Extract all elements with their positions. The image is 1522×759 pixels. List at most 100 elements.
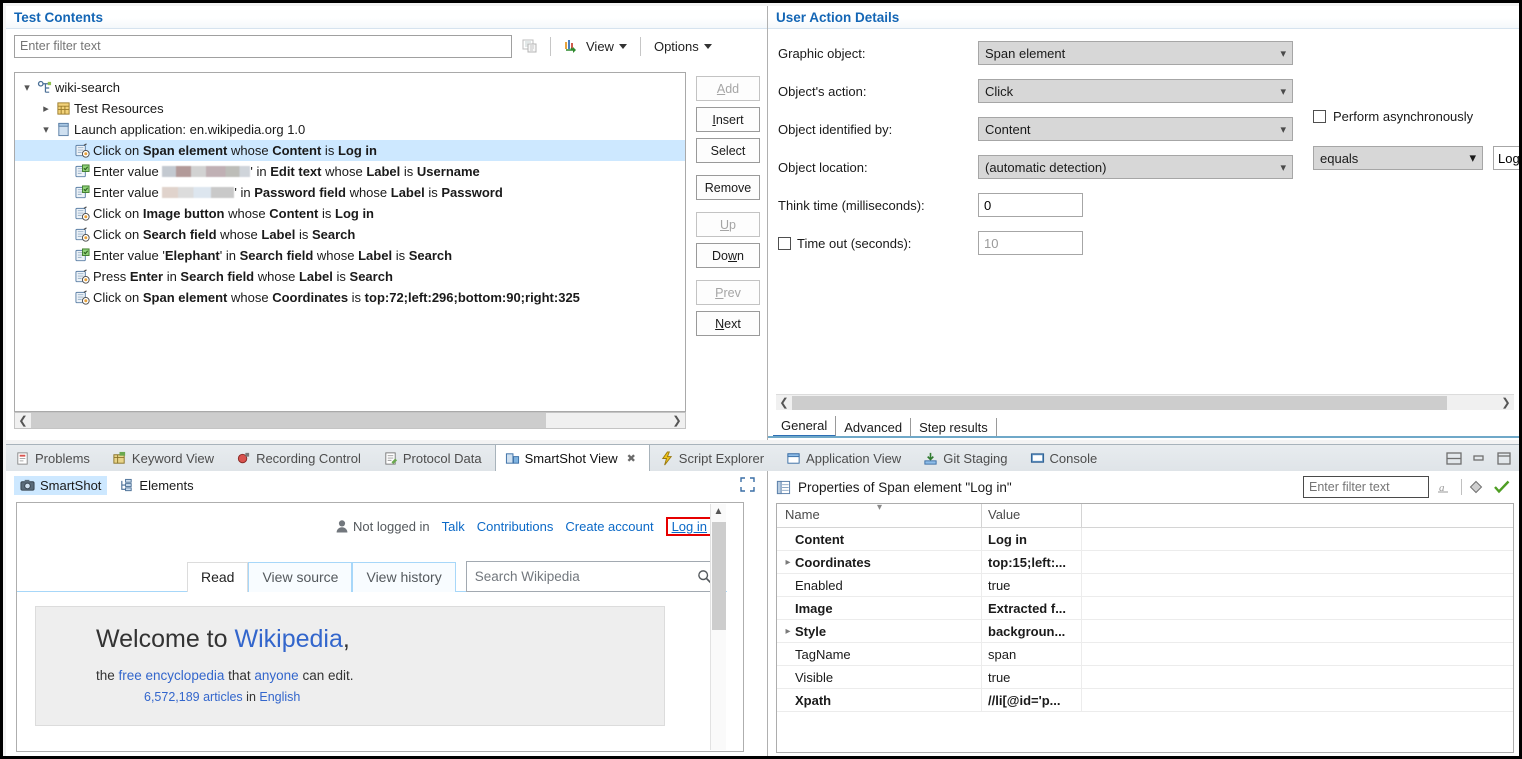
scroll-left-icon[interactable]: ❮ (15, 414, 31, 427)
view-tab-label: Keyword View (132, 451, 214, 466)
wiki-create-account-link[interactable]: Create account (565, 519, 653, 534)
green-check-icon[interactable] (1494, 480, 1512, 494)
remove-button[interactable]: Remove (696, 175, 760, 200)
link-with-editor-icon[interactable] (519, 35, 541, 57)
view-tab-console[interactable]: Console (1021, 445, 1111, 471)
tree-item[interactable]: Click on Span element whose Content is L… (15, 140, 685, 161)
wiki-anyone-link[interactable]: anyone (254, 668, 298, 683)
tree-item[interactable]: ▸Test Resources (15, 98, 685, 119)
expand-icon[interactable] (740, 477, 755, 492)
wiki-tab-view-history[interactable]: View history (352, 562, 455, 592)
tree-item[interactable]: Enter value ' in Edit text whose Label i… (15, 161, 685, 182)
tree-item[interactable]: Enter value 'Elephant' in Search field w… (15, 245, 685, 266)
view-tab-recording-control[interactable]: Recording Control (227, 445, 374, 471)
hscroll-thumb[interactable] (31, 413, 546, 428)
details-tab-step-results[interactable]: Step results (911, 418, 997, 437)
details-horizontal-scrollbar[interactable]: ❮ ❯ (776, 394, 1514, 410)
property-row[interactable]: Xpath//li[@id='p... (777, 689, 1513, 712)
operator-combo[interactable]: equals ▾ (1313, 146, 1483, 170)
italic-filter-icon[interactable]: a (1436, 480, 1454, 494)
chevron-down-icon[interactable]: ▾ (38, 123, 54, 136)
tree-item[interactable]: ▾Launch application: en.wikipedia.org 1.… (15, 119, 685, 140)
next-button[interactable]: Next (696, 311, 760, 336)
options-menu-button[interactable]: Options (650, 37, 716, 56)
details-scroll-left-icon[interactable]: ❮ (776, 396, 792, 409)
wiki-free-encyclopedia-link[interactable]: free encyclopedia (119, 668, 225, 683)
test-contents-tree[interactable]: ▾wiki-search▸Test Resources▾Launch appli… (14, 72, 686, 412)
tree-item[interactable]: Press Enter in Search field whose Label … (15, 266, 685, 287)
chevron-right-icon[interactable]: ▸ (38, 102, 54, 115)
chevron-right-icon[interactable]: ▸ (781, 557, 795, 568)
select-button[interactable]: Select (696, 138, 760, 163)
minimize-icon[interactable] (1471, 451, 1487, 466)
properties-filter-input[interactable] (1303, 476, 1429, 498)
details-scroll-right-icon[interactable]: ❯ (1498, 396, 1514, 409)
time-out-checkbox[interactable] (778, 237, 791, 250)
wiki-log-in-link[interactable]: Log in (666, 517, 713, 536)
view-tab-git-staging[interactable]: Git Staging (914, 445, 1020, 471)
wiki-tab-read[interactable]: Read (187, 562, 248, 592)
wiki-tab-view-source[interactable]: View source (248, 562, 352, 592)
tree-item[interactable]: Click on Span element whose Coordinates … (15, 287, 685, 308)
test-contents-filter-input[interactable] (14, 35, 512, 58)
property-name-cell: Xpath (777, 689, 982, 711)
scroll-up-icon[interactable]: ▲ (711, 504, 726, 520)
smartshot-tab-elements[interactable]: Elements (113, 476, 199, 495)
insert-button[interactable]: Insert (696, 107, 760, 132)
view-menu-button[interactable]: View (582, 37, 631, 56)
chevron-down-icon[interactable]: ▾ (19, 81, 35, 94)
tree-item[interactable]: Enter value ' in Password field whose La… (15, 182, 685, 203)
chevron-down-icon-2 (704, 44, 712, 49)
details-tab-advanced[interactable]: Advanced (836, 418, 911, 437)
property-row[interactable]: Enabledtrue (777, 574, 1513, 597)
view-tab-keyword-view[interactable]: Keyword View (103, 445, 227, 471)
down-button[interactable]: Down (696, 243, 760, 268)
perform-async-checkbox[interactable] (1313, 110, 1326, 123)
object-identified-by-combo[interactable]: Content ▾ (978, 117, 1293, 141)
graphic-object-combo[interactable]: Span element ▾ (978, 41, 1293, 65)
view-tab-problems[interactable]: Problems (6, 445, 103, 471)
property-row[interactable]: ImageExtracted f... (777, 597, 1513, 620)
property-row[interactable]: Visibletrue (777, 666, 1513, 689)
wiki-article-lang-link[interactable]: English (259, 690, 300, 704)
property-row[interactable]: ContentLog in (777, 528, 1513, 551)
view-tab-protocol-data[interactable]: Protocol Data (374, 445, 495, 471)
wiki-article-count-link[interactable]: 6,572,189 articles (144, 690, 243, 704)
object-location-combo[interactable]: (automatic detection) ▾ (978, 155, 1293, 179)
wiki-search-field[interactable]: Search Wikipedia (466, 561, 721, 592)
close-icon[interactable]: ✖ (627, 452, 636, 465)
chevron-right-icon[interactable]: ▸ (781, 626, 795, 637)
diamond-icon[interactable] (1469, 480, 1487, 494)
wiki-contributions-link[interactable]: Contributions (477, 519, 554, 534)
restore-view-icon[interactable] (1446, 451, 1462, 466)
details-tab-general[interactable]: General (773, 416, 836, 437)
time-out-input[interactable] (978, 231, 1083, 255)
property-row[interactable]: TagNamespan (777, 643, 1513, 666)
tree-horizontal-scrollbar[interactable]: ❮ ❯ (14, 412, 686, 429)
details-hscroll-thumb[interactable] (792, 396, 1447, 410)
match-value-input[interactable] (1493, 146, 1522, 170)
maximize-icon[interactable] (1496, 451, 1512, 466)
tree-item[interactable]: Click on Image button whose Content is L… (15, 203, 685, 224)
objects-action-combo[interactable]: Click ▾ (978, 79, 1293, 103)
scroll-right-icon[interactable]: ❯ (669, 414, 685, 427)
tree-item[interactable]: ▾wiki-search (15, 77, 685, 98)
properties-table[interactable]: Name ▾ Value ContentLog in▸Coordinatesto… (776, 503, 1514, 753)
view-tab-smartshot-view[interactable]: SmartShot View✖ (495, 444, 650, 471)
property-row[interactable]: ▸Stylebackgroun... (777, 620, 1513, 643)
hscroll-track[interactable] (31, 413, 669, 428)
think-time-input[interactable] (978, 193, 1083, 217)
wiki-welcome-link[interactable]: Wikipedia (234, 625, 342, 653)
vscroll-thumb[interactable] (712, 522, 726, 630)
view-menu-icon[interactable] (560, 35, 582, 57)
property-row[interactable]: ▸Coordinatestop:15;left:... (777, 551, 1513, 574)
smartshot-tab-smartshot[interactable]: SmartShot (14, 476, 107, 495)
view-tab-script-explorer[interactable]: Script Explorer (650, 445, 777, 471)
column-header-name[interactable]: Name ▾ (777, 504, 982, 527)
view-tab-application-view[interactable]: Application View (777, 445, 914, 471)
tree-item[interactable]: Click on Search field whose Label is Sea… (15, 224, 685, 245)
wiki-talk-link[interactable]: Talk (442, 519, 465, 534)
smartshot-vertical-scrollbar[interactable]: ▲ (710, 504, 726, 750)
column-header-value[interactable]: Value (982, 504, 1082, 527)
smartshot-canvas[interactable]: Not logged in Talk Contributions Create … (16, 502, 744, 752)
